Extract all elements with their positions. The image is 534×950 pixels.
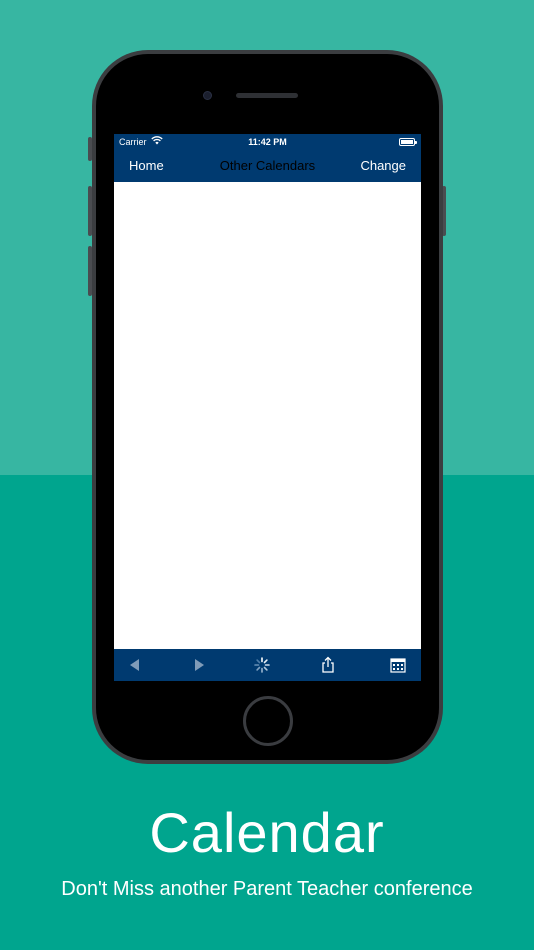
loading-spinner-icon [253,656,271,674]
home-button[interactable] [243,696,293,746]
bottom-toolbar [114,649,421,681]
front-camera [203,91,212,100]
navigation-bar: Home Other Calendars Change [114,150,421,182]
status-time: 11:42 PM [248,137,287,147]
caption-subtitle: Don't Miss another Parent Teacher confer… [61,878,473,900]
forward-icon[interactable] [190,656,208,674]
share-icon[interactable] [319,656,337,674]
caption-title: Calendar [149,801,385,864]
battery-icon [399,138,417,146]
change-button[interactable]: Change [360,158,406,173]
phone-screen: Carrier 11:42 PM Home Other Calendars Ch… [114,134,421,681]
earpiece-speaker [236,93,298,98]
calendar-icon[interactable] [389,656,407,674]
content-area [114,182,421,649]
back-icon[interactable] [126,656,144,674]
status-bar: Carrier 11:42 PM [114,134,421,150]
